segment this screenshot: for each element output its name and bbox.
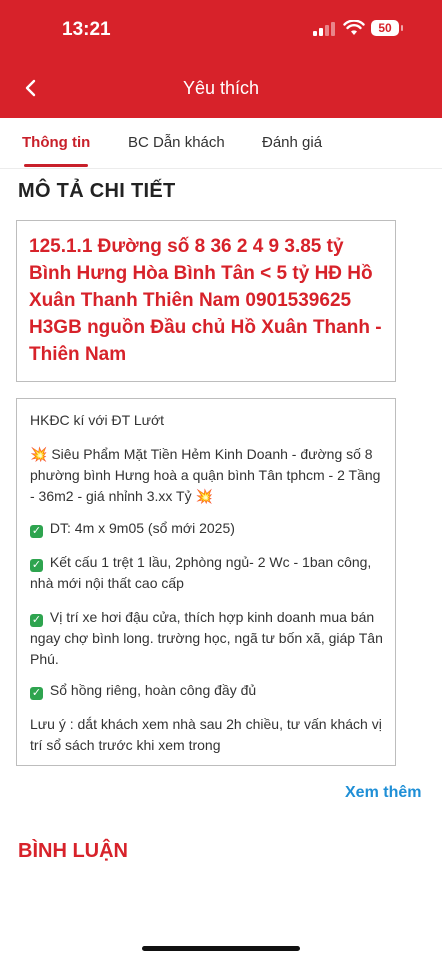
home-indicator	[142, 946, 300, 951]
listing-title: 125.1.1 Đường số 8 36 2 4 9 3.85 tỷ Bình…	[29, 236, 382, 365]
tab-bar: Thông tin BC Dẫn khách Đánh giá	[0, 118, 442, 169]
check-mark-icon: ✓	[30, 525, 43, 538]
tab-guide-report[interactable]: BC Dẫn khách	[128, 134, 225, 151]
tab-info[interactable]: Thông tin	[22, 134, 90, 151]
description-paragraph: ✓ DT: 4m x 9m05 (sổ mới 2025)	[30, 520, 235, 538]
see-more-link[interactable]: Xem thêm	[345, 784, 421, 802]
comments-title: BÌNH LUẬN	[18, 840, 128, 862]
description-paragraph: 💥 Siêu Phẩm Mặt Tiền Hẻm Kinh Doanh - đư…	[30, 446, 381, 504]
page-title: Yêu thích	[182, 78, 260, 98]
section-title-detail: MÔ TẢ CHI TIẾT	[18, 180, 176, 202]
battery-icon: 50	[371, 20, 399, 36]
description-paragraph: ✓ Sổ hồng riêng, hoàn công đầy đủ	[30, 682, 257, 700]
collision-icon: 💥	[30, 446, 48, 462]
tab-reviews[interactable]: Đánh giá	[262, 134, 322, 151]
description-box: HKĐC kí với ĐT Lướt 💥 Siêu Phẩm Mặt Tiền…	[16, 398, 396, 766]
nav-bar: Yêu thích	[0, 58, 442, 118]
description-paragraph: ✓ Kết cấu 1 trệt 1 lầu, 2phòng ngủ- 2 Wc…	[30, 554, 372, 591]
collision-icon: 💥	[195, 488, 213, 504]
description-paragraph: Lưu ý : dắt khách xem nhà sau 2h chiều, …	[30, 716, 382, 753]
description-paragraph: HKĐC kí với ĐT Lướt	[30, 412, 165, 428]
check-mark-icon: ✓	[30, 614, 43, 627]
active-tab-indicator	[24, 164, 88, 167]
description-paragraph: ✓ Vị trí xe hơi đậu cửa, thích hợp kinh …	[30, 609, 383, 667]
status-bar: 13:21 50	[0, 0, 442, 58]
battery-tip	[401, 25, 403, 31]
wifi-icon	[343, 20, 365, 35]
listing-title-box: 125.1.1 Đường số 8 36 2 4 9 3.85 tỷ Bình…	[16, 220, 396, 382]
status-time: 13:21	[62, 19, 111, 40]
check-mark-icon: ✓	[30, 559, 43, 572]
signal-icon	[313, 22, 335, 36]
check-mark-icon: ✓	[30, 687, 43, 700]
